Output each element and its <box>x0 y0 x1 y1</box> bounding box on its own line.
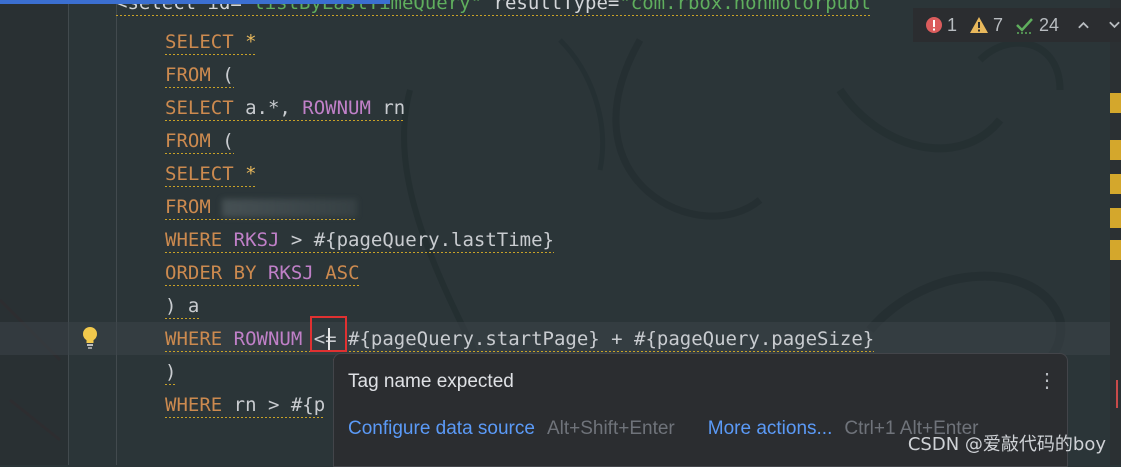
warning-count-label: 7 <box>993 14 1004 35</box>
lightbulb-icon[interactable] <box>80 325 100 351</box>
code-line[interactable]: ) a <box>0 289 1110 322</box>
token-kw: FROM <box>165 130 211 152</box>
code-line[interactable]: WHERE RKSJ > #{pageQuery.lastTime} <box>0 223 1110 256</box>
warning-count[interactable]: 7 <box>969 15 1003 36</box>
code-line[interactable]: ORDER BY RKSJ ASC <box>0 256 1110 289</box>
token-plain: ( <box>210 64 234 86</box>
code-text: SELECT * <box>165 31 257 55</box>
stripe-warning-marker[interactable] <box>1110 208 1121 228</box>
token-st: * <box>245 163 257 185</box>
code-line[interactable]: WHERE ROWNUM <= #{pageQuery.startPage} +… <box>0 322 1110 355</box>
token-plain: ) <box>165 361 177 383</box>
token-plain: <= #{pageQuery.startPage} + #{pageQuery.… <box>302 328 875 350</box>
csdn-watermark: CSDN @爱敲代码的boy <box>907 434 1106 455</box>
weak-warning-count-label: 24 <box>1039 14 1060 35</box>
highlight-box-operator <box>310 316 347 352</box>
kebab-menu-icon[interactable]: ⋮ <box>1037 368 1057 393</box>
code-line[interactable]: FROM <box>0 190 1110 223</box>
token-st: * <box>245 31 257 53</box>
token-kw: FROM <box>165 64 211 86</box>
token-kw: ASC <box>325 262 360 284</box>
weak-warning-count[interactable]: 24 <box>1015 15 1059 36</box>
editor-tab-indicator <box>0 0 390 4</box>
code-text: FROM ( <box>165 64 234 88</box>
token-kw: FROM <box>165 196 211 218</box>
stripe-warning-marker[interactable] <box>1110 174 1121 194</box>
token-fn: ROWNUM <box>302 97 371 119</box>
code-line[interactable]: FROM ( <box>0 124 1110 157</box>
token-fn: ROWNUM <box>233 328 303 350</box>
code-text: FROM <box>165 196 358 220</box>
token-plain: rn > #{p <box>222 394 326 416</box>
code-text: SELECT a.*, ROWNUM rn <box>165 97 406 121</box>
stripe-warning-marker[interactable] <box>1110 240 1121 260</box>
error-count-label: 1 <box>947 14 958 35</box>
code-text: ) <box>165 361 177 385</box>
token-fn: RKSJ <box>267 262 314 284</box>
code-text: ORDER BY RKSJ ASC <box>165 262 360 286</box>
token-plain: > #{pageQuery.lastTime} <box>279 229 554 251</box>
code-text: WHERE RKSJ > #{pageQuery.lastTime} <box>165 229 554 253</box>
tooltip-message: Tag name expected <box>348 371 514 392</box>
inspection-widget[interactable]: 1 7 24 <box>913 8 1121 42</box>
code-line[interactable]: SELECT a.*, ROWNUM rn <box>0 91 1110 124</box>
code-text: SELECT * <box>165 163 257 187</box>
code-text: FROM ( <box>165 130 234 154</box>
token-kw: WHERE <box>165 394 223 416</box>
token-fn: RKSJ <box>233 229 280 251</box>
token-kw: SELECT <box>165 31 234 53</box>
redacted-table-name <box>222 198 358 217</box>
code-text: ) a <box>165 295 200 319</box>
token-plain: ( <box>210 130 234 152</box>
chevron-up-icon[interactable] <box>1077 20 1090 30</box>
token-kw: WHERE <box>165 328 223 350</box>
stripe-warning-marker[interactable] <box>1110 140 1121 160</box>
tooltip-actions: Configure data source Alt+Shift+Enter More… <box>348 418 978 440</box>
token-tagtxt: resultType= <box>482 0 620 14</box>
more-actions-link[interactable]: More actions... <box>708 418 833 439</box>
stripe-error-marker[interactable] <box>1116 380 1118 408</box>
error-icon <box>926 17 942 33</box>
stripe-warning-marker[interactable] <box>1110 93 1121 113</box>
chevron-down-icon[interactable] <box>1108 20 1121 30</box>
code-text: WHERE ROWNUM <= #{pageQuery.startPage} +… <box>165 328 875 352</box>
token-plain: rn <box>370 97 406 119</box>
configure-data-source-link[interactable]: Configure data source <box>348 418 535 439</box>
code-line[interactable]: SELECT * <box>0 157 1110 190</box>
check-icon <box>1016 18 1034 34</box>
error-count[interactable]: 1 <box>925 15 957 36</box>
action1-shortcut: Alt+Shift+Enter <box>546 418 675 439</box>
token-kw: SELECT <box>165 163 234 185</box>
token-kw: ORDER BY <box>165 262 257 284</box>
code-line[interactable]: FROM ( <box>0 58 1110 91</box>
warning-icon <box>970 17 989 33</box>
token-kw: WHERE <box>165 229 223 251</box>
token-kw: SELECT <box>165 97 234 119</box>
token-plain: a.*, <box>233 97 303 119</box>
code-text: WHERE rn > #{p <box>165 394 326 418</box>
token-plain: ) a <box>165 295 200 317</box>
token-attr: "com.rbox.nonmotorpubl <box>619 0 872 14</box>
